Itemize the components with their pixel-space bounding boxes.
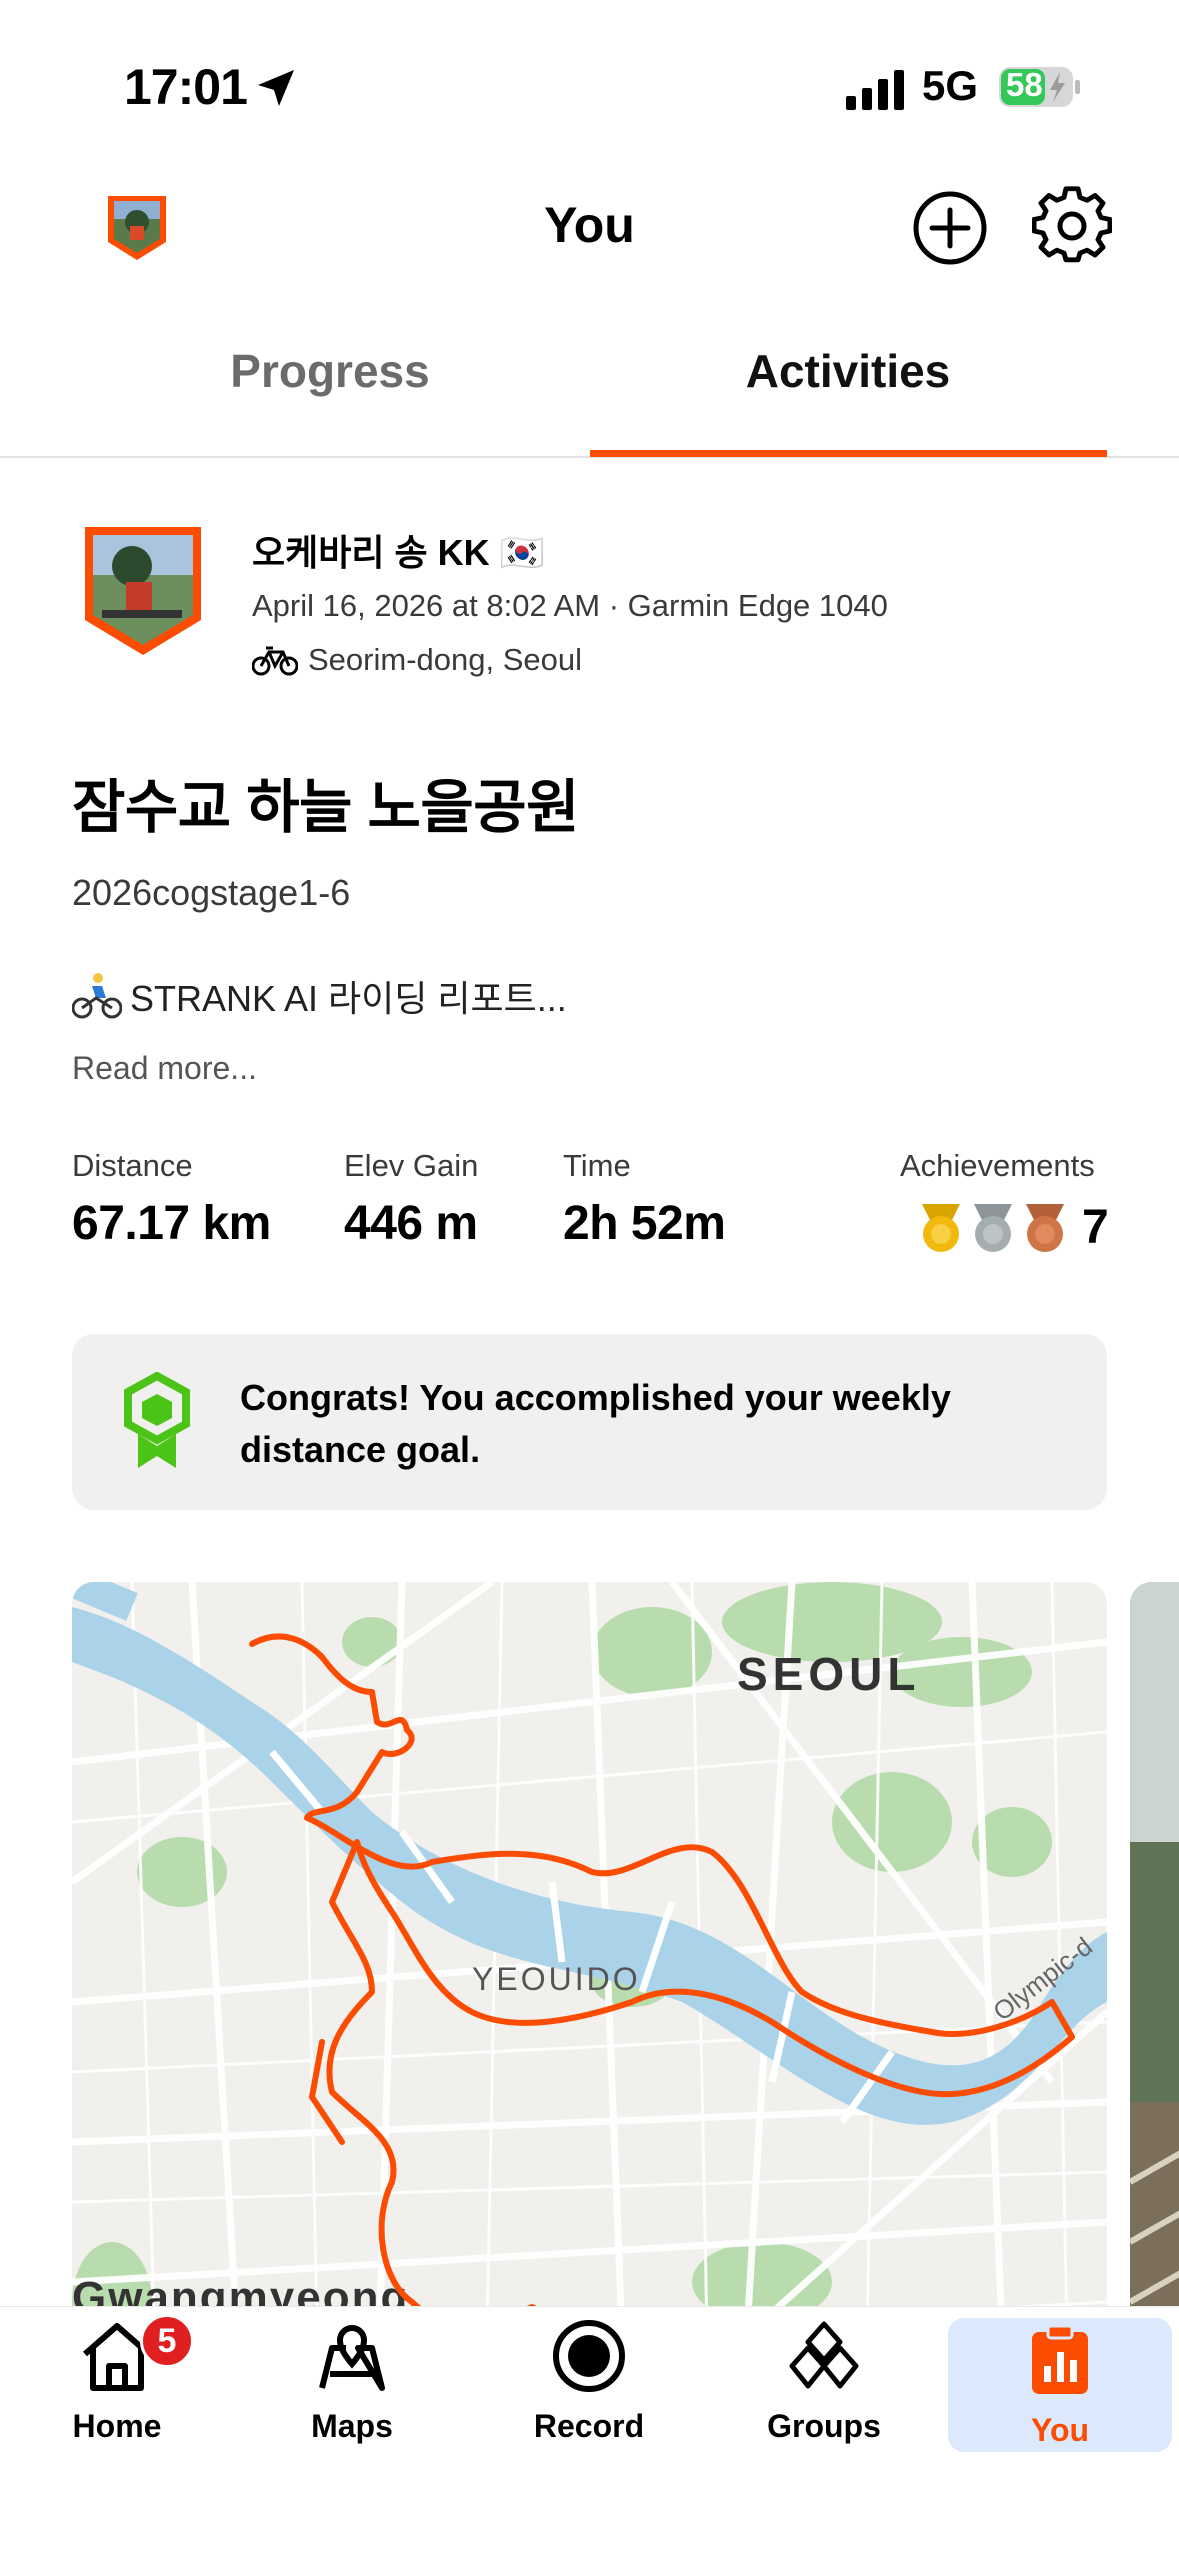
groups-icon [789,2321,859,2389]
bronze-medal-icon [1026,1203,1064,1252]
tab-record[interactable]: Record [479,2318,699,2452]
cyclist-emoji-icon [72,973,122,1019]
stat-time-value: 2h 52m [563,1197,726,1250]
tab-you-label: You [1030,2412,1090,2448]
tab-you[interactable]: You [948,2318,1172,2452]
read-more-link[interactable]: Read more... [72,1050,257,1087]
stat-elev-label: Elev Gain [344,1148,479,1183]
activity-location: Seorim-dong, Seoul [252,642,582,678]
add-circle-icon[interactable] [912,190,988,266]
tab-activities[interactable]: Activities [588,344,1108,398]
you-icon [1032,2324,1088,2394]
battery-charging-icon: 58 [998,66,1080,107]
notification-badge: 5 [140,2314,194,2368]
battery-level: 58 [1006,66,1043,103]
record-icon [553,2320,625,2392]
map-label-district: YEOUIDO [472,1961,641,1997]
status-time: 17:01 [124,59,248,115]
tab-maps-label: Maps [311,2408,393,2444]
silver-medal-icon [974,1203,1012,1252]
tab-record-label: Record [533,2408,645,2444]
goal-message: Congrats! You accomplished your weekly d… [240,1377,951,1470]
signal-icon [846,70,904,110]
description-text: STRANK AI 라이딩 리포트... [130,978,567,1019]
stat-distance-label: Distance [72,1148,193,1183]
maps-icon [319,2325,385,2391]
gold-medal-icon [922,1203,960,1252]
achievements[interactable]: 7 [918,1200,1109,1255]
stat-achievements-label: Achievements [900,1148,1095,1183]
stat-time-label: Time [563,1148,631,1183]
tab-progress[interactable]: Progress [70,344,590,398]
activity-meta: April 16, 2026 at 8:02 AM · Garmin Edge … [252,588,888,623]
bike-icon [252,646,298,676]
activity-description: STRANK AI 라이딩 리포트... [72,970,567,1022]
tab-groups-label: Groups [767,2408,881,2444]
athlete-avatar[interactable] [82,524,204,658]
activity-title[interactable]: 잠수교 하늘 노을공원 [72,760,579,844]
tab-maps[interactable]: Maps [242,2318,462,2452]
tab-groups[interactable]: Groups [714,2318,934,2452]
tab-home-label: Home [72,2408,162,2444]
location-arrow-icon [258,70,294,106]
network-type: 5G [922,62,979,109]
goal-badge-icon [124,1372,190,1468]
tab-home[interactable]: Home [7,2318,227,2452]
location-text: Seorim-dong, Seoul [308,642,582,677]
activity-subtitle: 2026cogstage1-6 [72,872,351,913]
active-tab-indicator [590,450,1107,457]
map-label-city: SEOUL [737,1648,920,1700]
page-title: You [544,197,635,253]
gear-icon[interactable] [1032,186,1112,266]
stat-elev-value: 446 m [344,1197,478,1250]
achievements-count: 7 [1082,1201,1109,1254]
athlete-name[interactable]: 오케바리 송 KK 🇰🇷 [252,524,544,576]
stat-distance-value: 67.17 km [72,1197,271,1250]
